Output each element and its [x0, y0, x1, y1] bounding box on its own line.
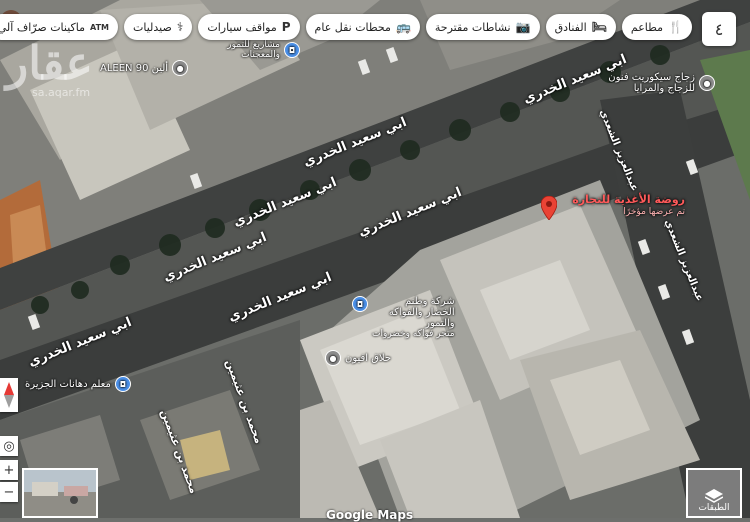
chip-label: محطات نقل عام [314, 20, 391, 34]
chip-label: الفنادق [554, 20, 587, 34]
bed-icon: 🛏 [591, 20, 607, 34]
location-pin-icon: ● [172, 60, 189, 76]
minus-icon: − [3, 484, 15, 500]
shopping-bag-icon: ◘ [114, 376, 131, 392]
chip-label: مطاعم [630, 20, 664, 34]
chip-parking[interactable]: P مواقف سيارات [198, 14, 300, 40]
zoom-in-button[interactable]: + [0, 460, 18, 480]
place-top-shop[interactable]: مشاريع للتمور والمعجنات ◘ [220, 40, 300, 60]
chip-restaurants[interactable]: 🍴 مطاعم [621, 14, 692, 40]
location-pin-icon: ● [699, 75, 715, 91]
layers-label: الطبقات [698, 503, 730, 513]
selected-place-label[interactable]: روضة الأغذية للتجارة تم عرضها مؤخرًا [565, 193, 685, 219]
plus-icon: + [3, 462, 15, 478]
chip-label: نشاطات مقترحة [434, 20, 511, 34]
chip-atms[interactable]: ATM ماكينات صرّاف آلي [0, 14, 119, 40]
selected-place-title: روضة الأغذية للتجارة [572, 193, 685, 206]
fork-knife-icon: 🍴 [668, 20, 683, 34]
place-glass[interactable]: زجاج سيكوريت فنون للزجاج والمرايا ● [600, 72, 715, 94]
chip-label: صيدليات [133, 20, 172, 34]
place-salon[interactable]: ● حلاق افيون [325, 350, 391, 366]
google-maps-brand: Google Maps [326, 508, 414, 522]
atm-icon: ATM [90, 22, 110, 32]
chip-transit[interactable]: 🚌 محطات نقل عام [305, 14, 420, 40]
chip-hotels[interactable]: 🛏 الفنادق [545, 14, 616, 40]
layers-button[interactable]: الطبقات [686, 468, 742, 518]
compass-button[interactable] [0, 378, 18, 412]
directions-button[interactable]: ٤ [702, 12, 736, 46]
chip-label: مواقف سيارات [207, 20, 277, 34]
selected-location-pin-icon[interactable] [541, 196, 557, 220]
selected-place-subtitle: تم عرضها مؤخرًا [623, 207, 685, 217]
place-paints[interactable]: معلم دهانات الجزيرة ◘ [25, 376, 131, 392]
aqar-logo: عقار [6, 36, 93, 90]
camera-icon: 📷 [515, 20, 531, 34]
shopping-bag-icon: ◘ [352, 296, 368, 312]
aqar-url: sa.aqar.fm [32, 86, 91, 99]
place-name: حلاق افيون [345, 352, 392, 364]
shopping-bag-icon: ◘ [284, 42, 300, 58]
place-market[interactable]: ◘ شركة وطنم الخضار والفواكه والتمور متجر… [352, 296, 455, 339]
zoom-out-button[interactable]: − [0, 482, 18, 502]
place-name: مشاريع للتمور والمعجنات [227, 40, 280, 60]
place-name: معلم دهانات الجزيرة [25, 378, 111, 390]
directions-icon: ٤ [714, 19, 724, 39]
chip-things-to-do[interactable]: 📷 نشاطات مقترحة [425, 14, 540, 40]
location-pin-icon: ● [325, 350, 341, 366]
place-category: متجر فواكه وخضروات [372, 329, 455, 339]
my-location-icon: ◎ [3, 438, 15, 454]
place-name: شركة وطنم الخضار والفواكه والتمور [388, 296, 455, 329]
place-name: ALEEN 90 ألين [100, 62, 169, 74]
place-aleen[interactable]: ALEEN 90 ألين ● [100, 60, 189, 76]
my-location-button[interactable]: ◎ [0, 436, 18, 456]
chip-pharmacies[interactable]: ⚕ صيدليات [124, 14, 193, 40]
parking-icon: P [281, 20, 291, 34]
layers-icon [705, 489, 723, 503]
street-view-thumbnail[interactable] [22, 468, 98, 518]
bus-icon: 🚌 [395, 20, 411, 34]
category-chips: 🍴 مطاعم 🛏 الفنادق 📷 نشاطات مقترحة 🚌 محطا… [0, 14, 692, 40]
place-name: زجاج سيكوريت فنون للزجاج والمرايا [608, 72, 695, 94]
compass-icon [4, 382, 14, 408]
chip-label: ماكينات صرّاف آلي [0, 20, 86, 34]
aqar-watermark: عقار sa.aqar.fm [6, 40, 93, 99]
street-view-image [24, 470, 96, 516]
pharmacy-icon: ⚕ [176, 20, 184, 34]
